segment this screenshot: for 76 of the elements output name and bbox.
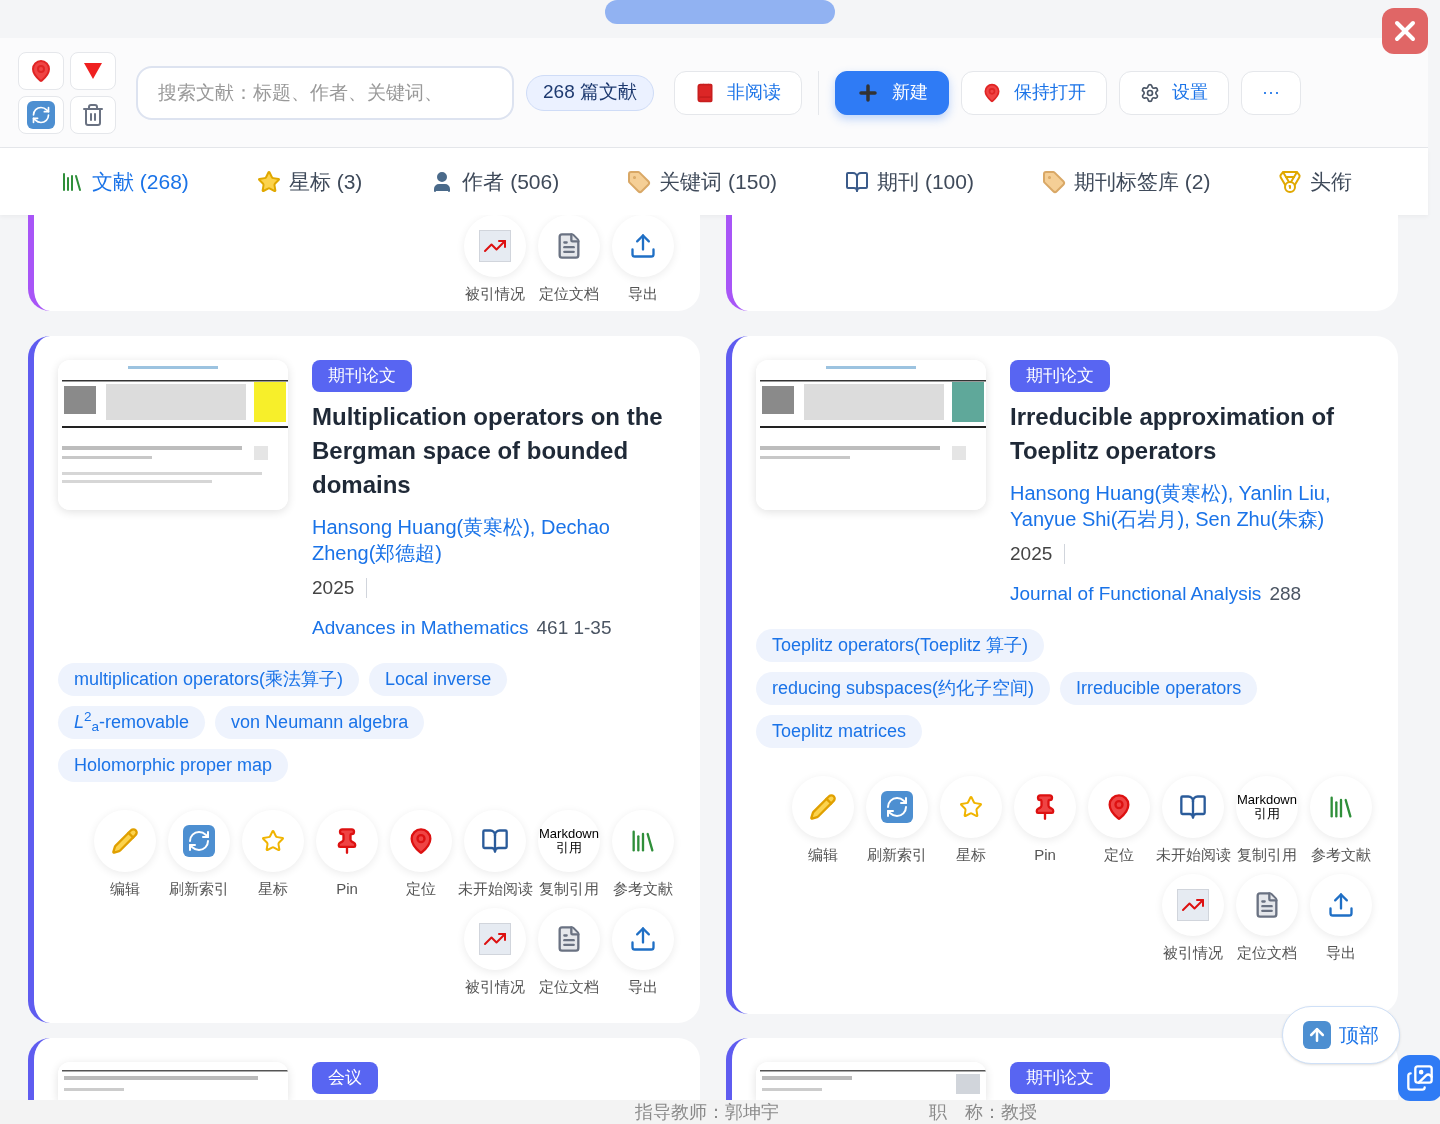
chart-icon (479, 230, 511, 262)
type-badge: 期刊论文 (1010, 360, 1110, 392)
star-icon (959, 794, 983, 819)
toolbar-button[interactable]: 新建 (835, 70, 949, 115)
map-pin-icon (29, 58, 53, 83)
refresh-icon (183, 824, 215, 857)
refresh-icon (27, 100, 55, 129)
map-pin-icon (982, 82, 1002, 103)
journal-link[interactable]: Advances in Mathematics (312, 614, 529, 643)
category-tab[interactable]: 关键词 (150) (627, 165, 778, 198)
chart-icon (1177, 889, 1209, 921)
author-links[interactable]: Hansong Huang(黄寒松), Yanlin Liu, Yanyue Shi(石岩月), Sen Zhu(朱森) (1010, 479, 1378, 532)
journal-link[interactable]: Journal of Functional Analysis (1010, 580, 1262, 609)
type-badge: 期刊论文 (312, 360, 412, 392)
gallery-button[interactable] (1398, 1055, 1440, 1101)
export-tray-icon (629, 232, 657, 260)
keyword-tag[interactable]: L$^{2}$$_{a}$-removable (58, 705, 206, 739)
star-icon (261, 828, 285, 853)
tag-icon (1041, 169, 1066, 194)
paper-title: Multiplication operators on the Bergman space of bounded domains (312, 401, 664, 500)
open-book-icon (845, 169, 870, 194)
toolbar-icon-button[interactable] (70, 95, 116, 134)
open-book-icon (481, 826, 509, 855)
toolbar-button[interactable]: 非阅读 (674, 70, 802, 115)
chart-icon (479, 923, 511, 955)
year-text: 2025 (1010, 541, 1053, 566)
type-badge: 会议 (312, 1062, 378, 1094)
drag-handle[interactable] (605, 0, 835, 24)
category-tab[interactable]: 作者 (506) (430, 165, 560, 198)
year-text: 2025 (312, 575, 355, 600)
medal-icon (1278, 169, 1303, 194)
paper-title: Irreducible approximation of Toeplitz operators (1010, 401, 1336, 466)
toolbar-button[interactable]: 设置 (1119, 70, 1229, 115)
keyword-tag[interactable]: reducing subspaces(约化子空间) (756, 671, 1051, 705)
category-tab[interactable]: 期刊标签库 (2) (1041, 165, 1211, 198)
toolbar-button[interactable]: ··· (1241, 70, 1301, 115)
keyword-tag[interactable]: Toeplitz operators(Toeplitz 算子) (756, 628, 1045, 662)
category-tab[interactable]: 头衔 (1278, 165, 1353, 198)
category-tab[interactable]: 文献 (268) (60, 165, 189, 198)
book-icon (695, 82, 715, 103)
background-text: 指导教师：郭坤宇 (635, 1100, 779, 1124)
export-tray-icon (629, 925, 657, 953)
trash-icon (81, 102, 105, 127)
count-badge: 268 篇文献 (526, 74, 654, 111)
close-button[interactable] (1382, 8, 1428, 54)
toolbar-icon-button[interactable] (70, 51, 116, 90)
toolbar-icon-button[interactable] (18, 95, 64, 134)
search-field[interactable]: 搜索文献：标题、作者、关键词、 (136, 65, 514, 120)
gear-icon (1140, 82, 1160, 103)
background-text: 职 称：教授 (929, 1100, 1037, 1124)
triangle-icon (83, 61, 103, 80)
category-tab[interactable]: 期刊 (100) (845, 165, 974, 198)
pencil-icon (111, 826, 139, 855)
export-tray-icon (1327, 891, 1355, 919)
keyword-tag[interactable]: multiplication operators(乘法算子) (58, 662, 360, 696)
keyword-tag[interactable]: Irreducible operators (1060, 671, 1258, 705)
type-badge: 期刊论文 (1010, 1062, 1110, 1094)
markdown-label: Markdown 引用 (1237, 792, 1297, 821)
keyword-tag[interactable]: Local inverse (369, 662, 508, 696)
tag-icon (627, 169, 652, 194)
open-book-icon (1179, 792, 1207, 821)
keyword-tag[interactable]: von Neumann algebra (215, 705, 425, 739)
pencil-icon (809, 792, 837, 821)
images-icon (1406, 1064, 1434, 1092)
author-links[interactable]: Hansong Huang(黄寒松), Dechao Zheng(郑德超) (312, 513, 680, 566)
volume-text: 461 1-35 (536, 616, 612, 640)
back-to-top-button[interactable]: 顶部 (1282, 1006, 1400, 1064)
keyword-tag[interactable]: Holomorphic proper map (58, 748, 289, 782)
markdown-label: Markdown 引用 (539, 826, 599, 855)
keyword-tag[interactable]: Toeplitz matrices (756, 714, 923, 748)
toolbar-button[interactable]: 保持打开 (961, 70, 1107, 115)
star-icon (256, 169, 281, 194)
category-tab[interactable]: 星标 (3) (256, 165, 363, 198)
refresh-icon (881, 790, 913, 823)
volume-text: 288 (1269, 582, 1302, 606)
toolbar-icon-button[interactable] (18, 51, 64, 90)
